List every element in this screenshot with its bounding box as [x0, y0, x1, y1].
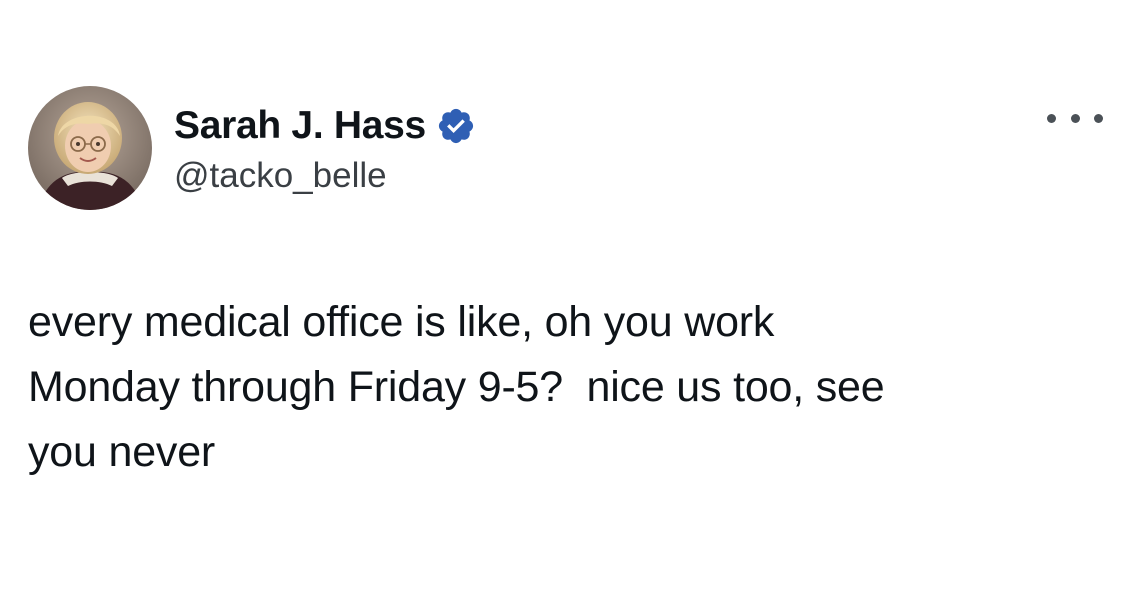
display-name[interactable]: Sarah J. Hass — [174, 104, 426, 148]
more-dot-icon — [1094, 113, 1103, 123]
avatar-photo — [28, 86, 152, 210]
verified-badge-icon[interactable] — [436, 106, 476, 146]
tweet-text: every medical office is like, oh you wor… — [28, 298, 885, 476]
tweet-card: Sarah J. Hass @tacko_belle every medical… — [0, 0, 1125, 606]
avatar[interactable] — [28, 86, 152, 210]
author-info: Sarah J. Hass @tacko_belle — [174, 100, 476, 196]
more-options-button[interactable] — [1047, 101, 1103, 135]
more-dot-icon — [1047, 113, 1056, 123]
name-row: Sarah J. Hass — [174, 100, 476, 152]
more-dot-icon — [1070, 113, 1080, 123]
tweet-header: Sarah J. Hass @tacko_belle — [28, 86, 476, 210]
user-handle[interactable]: @tacko_belle — [174, 156, 476, 196]
